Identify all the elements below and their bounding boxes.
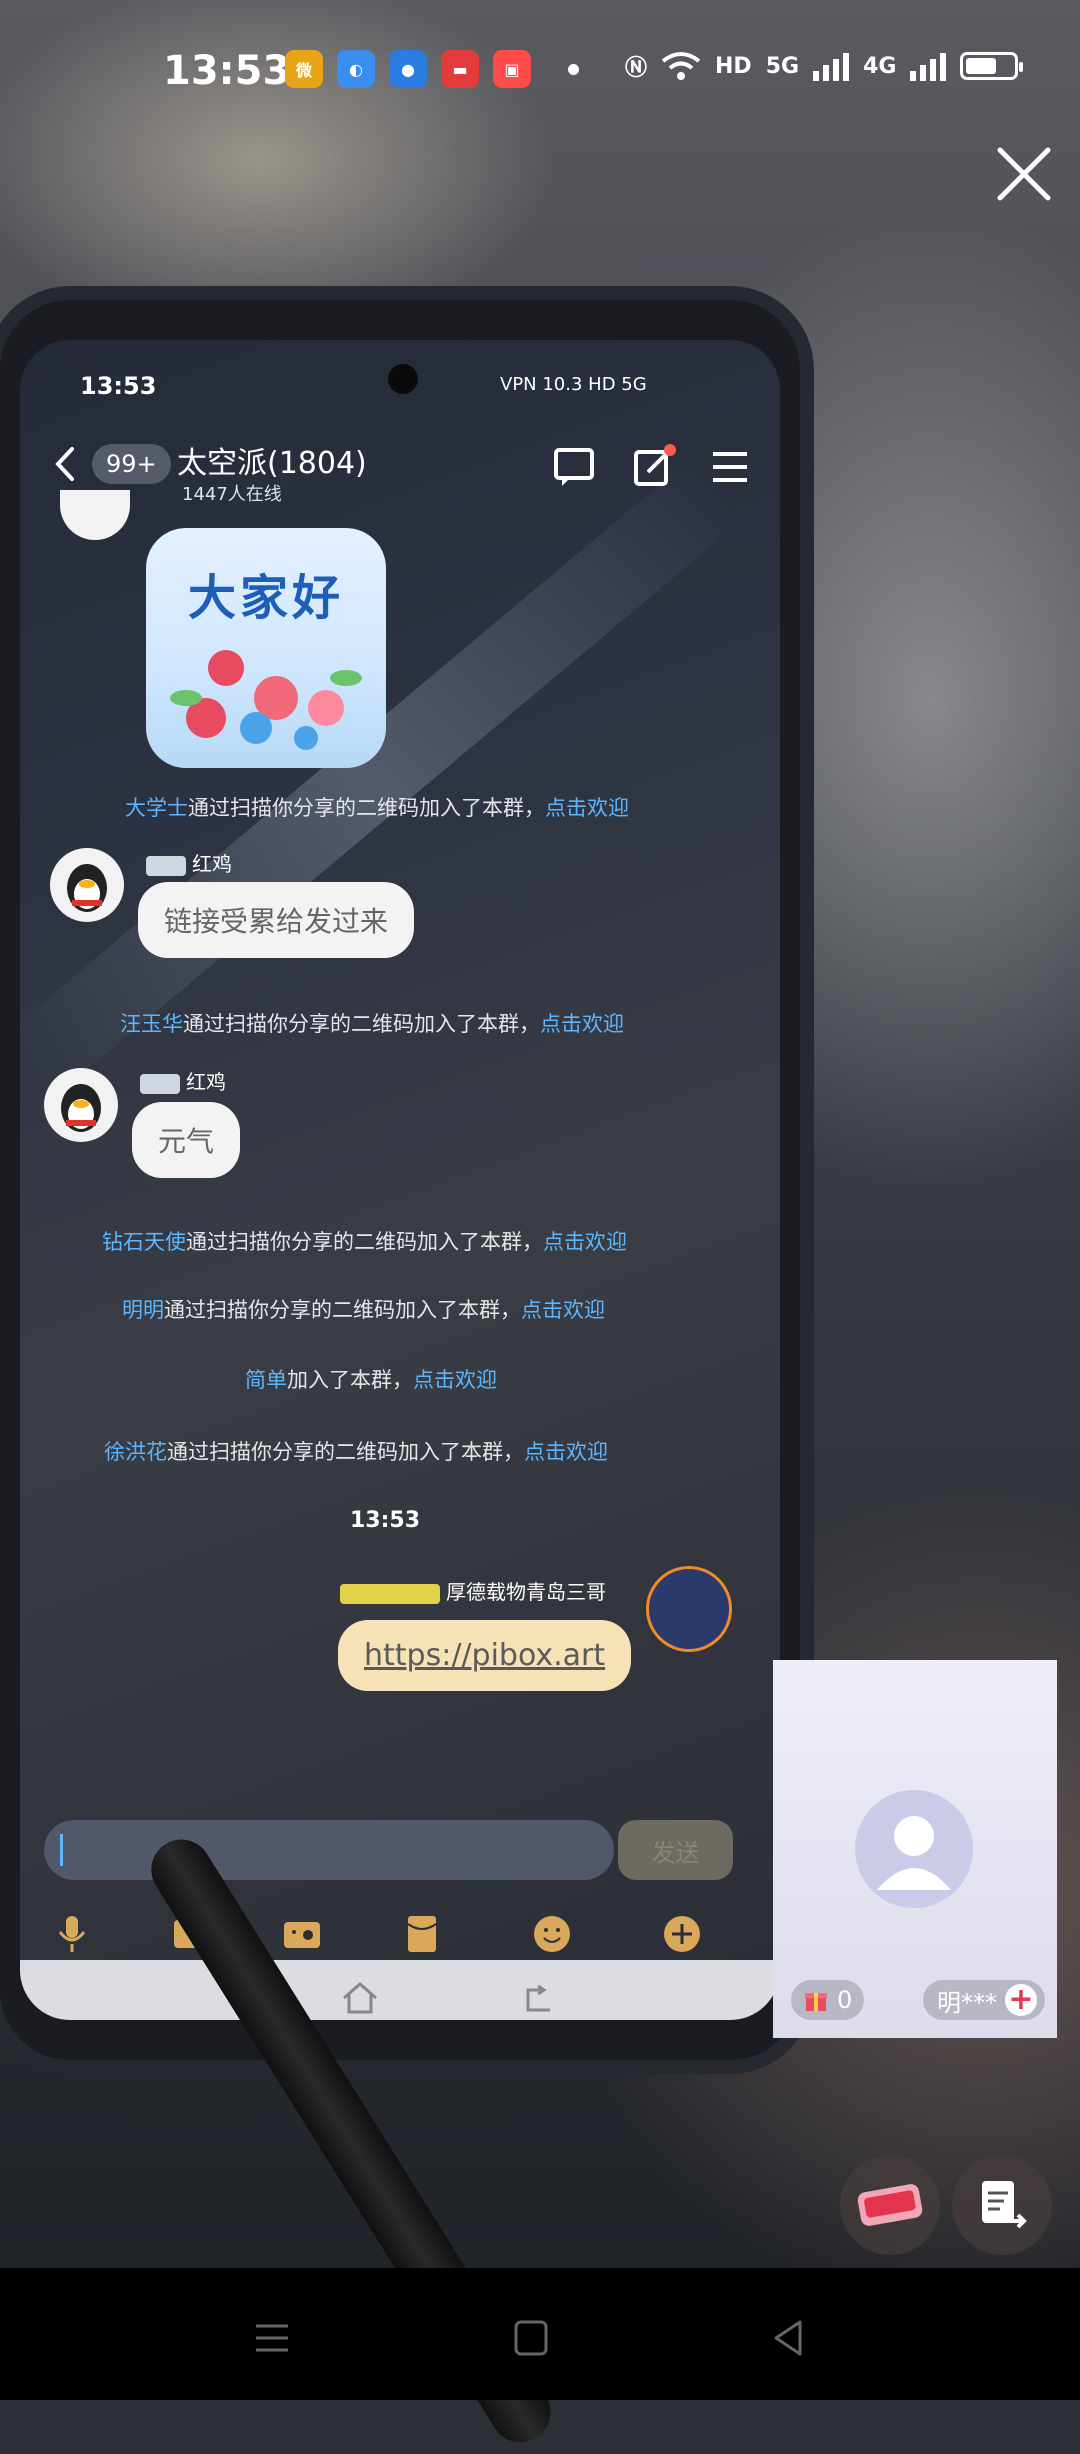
- plus-icon[interactable]: [660, 1912, 704, 1956]
- back-nav-icon[interactable]: [520, 1982, 560, 2016]
- system-nav-bar: [0, 2268, 1080, 2400]
- flowers-image: [170, 650, 362, 750]
- sticker-image[interactable]: 大家好: [146, 528, 386, 768]
- gift-icon: [805, 1993, 827, 2011]
- notification-icons: 微 ◐ ● ▬ ▣: [285, 50, 531, 88]
- video-inset[interactable]: 0 明*** +: [773, 1660, 1057, 2038]
- message-input[interactable]: [44, 1820, 614, 1880]
- sticker-text: 大家好: [187, 570, 344, 626]
- phone-status-time: 13:53: [80, 372, 157, 400]
- message-bubble[interactable]: 链接受累给发过来: [138, 882, 415, 958]
- system-message: 汪玉华通过扫描你分享的二维码加入了本群，点击欢迎: [120, 1012, 624, 1036]
- signal-icon: [813, 53, 850, 81]
- viewer-tag[interactable]: 明*** +: [923, 1980, 1045, 2020]
- phone-screen: 13:53 VPN 10.3 HD 5G 99+ 太空派(1804) 1447人…: [20, 340, 780, 2020]
- chat-icon[interactable]: [550, 442, 600, 492]
- system-message: 简单加入了本群，点击欢迎: [245, 1368, 497, 1392]
- system-message: 徐洪花通过扫描你分享的二维码加入了本群，点击欢迎: [104, 1440, 608, 1464]
- unread-badge[interactable]: 99+: [92, 444, 171, 484]
- emoji-icon[interactable]: [530, 1912, 574, 1956]
- welcome-link[interactable]: 点击欢迎: [413, 1368, 497, 1392]
- system-message: 明明通过扫描你分享的二维码加入了本群，点击欢迎: [122, 1298, 605, 1322]
- welcome-link[interactable]: 点击欢迎: [524, 1440, 608, 1464]
- edit-icon[interactable]: [630, 442, 680, 492]
- wifi-icon: [661, 52, 701, 80]
- home-icon[interactable]: [340, 1980, 380, 2016]
- gift-counter[interactable]: 0: [791, 1980, 865, 2020]
- menu-icon[interactable]: [705, 442, 755, 492]
- welcome-link[interactable]: 点击欢迎: [545, 796, 629, 820]
- self-avatar[interactable]: [646, 1566, 732, 1652]
- home-button-icon[interactable]: [500, 2308, 560, 2368]
- share-document-button[interactable]: [952, 2155, 1052, 2255]
- avatar[interactable]: [44, 1068, 118, 1142]
- online-count: 1447人在线: [182, 484, 282, 505]
- camera-notch: [388, 364, 418, 394]
- phone-status-icons: VPN 10.3 HD 5G: [500, 374, 647, 395]
- link-message[interactable]: https://pibox.art: [338, 1620, 632, 1691]
- status-time: 13:53: [163, 48, 291, 94]
- status-right: Ⓝ HD 5G 4G: [625, 50, 1024, 82]
- phone-nav-bar: [20, 1960, 780, 2020]
- message-timestamp: 13:53: [350, 1508, 421, 1533]
- welcome-link[interactable]: 点击欢迎: [521, 1298, 605, 1322]
- weibo-icon: 微: [285, 50, 323, 88]
- input-row: 发送: [20, 1810, 780, 1890]
- ticket-icon: [857, 2184, 923, 2226]
- recent-apps-icon[interactable]: [242, 2308, 302, 2368]
- battery-icon: [960, 52, 1024, 80]
- participant-avatar: [855, 1790, 973, 1908]
- phone-device: 13:53 VPN 10.3 HD 5G 99+ 太空派(1804) 1447人…: [0, 300, 800, 2060]
- system-message: 钻石天使通过扫描你分享的二维码加入了本群，点击欢迎: [102, 1230, 627, 1254]
- welcome-link[interactable]: 点击欢迎: [540, 1012, 624, 1036]
- viewer-name: 明***: [937, 1988, 997, 2017]
- 5g-label: 5G: [765, 53, 800, 79]
- send-button[interactable]: 发送: [618, 1820, 733, 1880]
- camera-icon[interactable]: [280, 1912, 324, 1956]
- back-button-icon[interactable]: [758, 2308, 818, 2368]
- avatar[interactable]: [50, 848, 124, 922]
- status-bar: 13:53 微 ◐ ● ▬ ▣ Ⓝ HD 5G 4G: [0, 0, 1080, 140]
- qq-browser-icon: ●: [389, 50, 427, 88]
- chat-header: 99+ 太空派(1804) 1447人在线: [20, 420, 780, 520]
- group-title[interactable]: 太空派(1804): [177, 438, 367, 482]
- 4g-label: 4G: [863, 53, 897, 79]
- signal-icon-2: [910, 53, 947, 81]
- follow-plus-icon[interactable]: +: [1005, 1984, 1037, 2016]
- more-notifications-dot: [568, 64, 579, 75]
- gift-count: 0: [837, 1986, 853, 2014]
- sender-name[interactable]: 红鸡: [140, 1066, 226, 1095]
- avatar[interactable]: [60, 490, 130, 540]
- browser-icon: ◐: [337, 50, 375, 88]
- kuaishou-icon: ▣: [493, 50, 531, 88]
- red-packet-icon[interactable]: [400, 1912, 444, 1956]
- sender-name[interactable]: 红鸡: [146, 848, 232, 877]
- hd-label: HD: [715, 53, 752, 79]
- message-bubble[interactable]: 元气: [132, 1102, 241, 1178]
- document-share-icon: [982, 2181, 1027, 2229]
- back-icon[interactable]: [50, 444, 80, 484]
- nfc-icon: Ⓝ: [625, 56, 648, 81]
- welcome-link[interactable]: 点击欢迎: [543, 1230, 627, 1254]
- close-icon[interactable]: [990, 140, 1058, 208]
- microphone-icon[interactable]: [50, 1912, 94, 1956]
- ticket-badge-button[interactable]: [840, 2155, 940, 2255]
- system-message: 大学士通过扫描你分享的二维码加入了本群，点击欢迎: [125, 796, 629, 820]
- sender-name[interactable]: 厚德载物青岛三哥: [340, 1576, 606, 1605]
- app-icon: ▬: [441, 50, 479, 88]
